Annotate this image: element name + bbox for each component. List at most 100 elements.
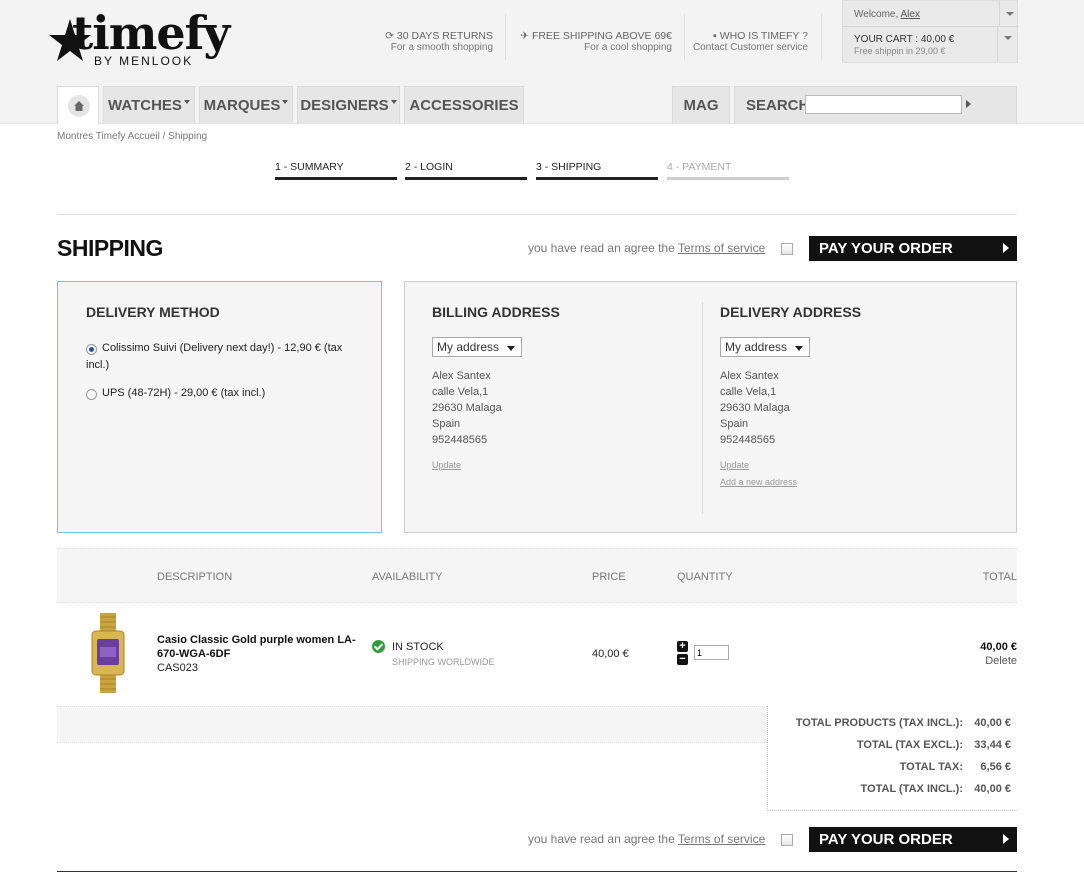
search-input[interactable] xyxy=(805,95,962,114)
promo-divider xyxy=(505,14,506,60)
total-excl-value: 33,44 € xyxy=(974,739,1011,751)
quantity-input[interactable] xyxy=(694,645,729,660)
terms-text: you have read an agree the Terms of serv… xyxy=(528,241,765,255)
welcome-prefix: Welcome, xyxy=(854,9,899,20)
totals-box: TOTAL PRODUCTS (TAX INCL.): 40,00 € TOTA… xyxy=(767,706,1017,811)
select-value: My address xyxy=(725,340,788,354)
nav-accessories[interactable]: ACCESSORIES xyxy=(404,86,524,124)
search-submit-icon[interactable] xyxy=(966,100,971,108)
refresh-icon: ⟳ xyxy=(385,30,394,42)
billing-address-lines: Alex Santex calle Vela,1 29630 Malaga Sp… xyxy=(432,368,502,448)
address-divider xyxy=(702,302,703,514)
address-line: Alex Santex xyxy=(720,370,779,382)
logo-text: timefy xyxy=(72,6,230,60)
chevron-down-icon xyxy=(507,346,515,351)
chevron-down-icon xyxy=(1004,36,1012,40)
nav-label: ACCESSORIES xyxy=(409,97,519,114)
promo-sub: Contact Customer service xyxy=(692,42,808,53)
terms-link[interactable]: Terms of service xyxy=(678,832,765,846)
address-line: calle Vela,1 xyxy=(720,386,777,398)
delivery-address-select[interactable]: My address xyxy=(720,337,810,357)
qty-decrease-button[interactable]: − xyxy=(677,654,688,665)
chevron-down-icon xyxy=(1006,12,1014,16)
pay-order-button[interactable]: PAY YOUR ORDER xyxy=(809,236,1017,261)
product-name[interactable]: Casio Classic Gold purple women LA-670-W… xyxy=(157,633,369,661)
nav-label: MAG xyxy=(683,97,719,114)
welcome-text: Welcome, Alex xyxy=(854,9,920,20)
home-button[interactable] xyxy=(57,86,99,124)
delivery-update-link[interactable]: Update xyxy=(720,460,749,470)
search-label: SEARCH xyxy=(746,97,810,114)
account-box: Welcome, Alex YOUR CART : 40,00 € Free s… xyxy=(842,0,1019,63)
arrow-right-icon xyxy=(1003,834,1009,844)
cart-label[interactable]: YOUR CART : 40,00 € xyxy=(854,34,954,45)
step-payment: 4 - PAYMENT xyxy=(667,160,789,180)
delivery-address-title: DELIVERY ADDRESS xyxy=(720,304,862,320)
page-title: SHIPPING xyxy=(57,235,163,261)
promo-shipping[interactable]: ✈ FREE SHIPPING ABOVE 69€ For a cool sho… xyxy=(520,30,672,54)
promo-sub: For a cool shopping xyxy=(584,42,672,53)
arrow-right-icon xyxy=(1003,243,1009,253)
nav-watches[interactable]: WATCHES xyxy=(103,86,195,124)
footer-divider xyxy=(57,871,1017,872)
delete-link[interactable]: Delete xyxy=(985,655,1017,667)
product-ref: CAS023 xyxy=(157,662,198,674)
total-excl-label: TOTAL (TAX EXCL.): xyxy=(856,739,963,751)
promo-who[interactable]: ▪ WHO IS TIMEFY ? Contact Customer servi… xyxy=(693,30,808,54)
total-tax-label: TOTAL TAX: xyxy=(899,761,963,773)
address-panel: BILLING ADDRESS My address Alex Santex c… xyxy=(404,281,1017,533)
address-line: Spain xyxy=(432,418,461,430)
promo-title: FREE SHIPPING ABOVE 69€ xyxy=(531,30,672,42)
delivery-method-title: DELIVERY METHOD xyxy=(86,304,220,320)
breadcrumb[interactable]: Montres Timefy Accueil / Shipping xyxy=(57,131,207,142)
terms-link[interactable]: Terms of service xyxy=(678,241,765,255)
user-link[interactable]: Alex xyxy=(901,9,920,20)
cart-dropdown[interactable] xyxy=(997,27,1017,63)
terms-checkbox[interactable] xyxy=(781,243,793,255)
total-products-value: 40,00 € xyxy=(974,717,1011,729)
add-address-link[interactable]: Add a new address xyxy=(720,477,797,487)
chevron-down-icon xyxy=(390,100,397,104)
qty-increase-button[interactable]: + xyxy=(677,641,688,652)
select-value: My address xyxy=(437,340,500,354)
total-incl-value: 40,00 € xyxy=(974,783,1011,795)
total-tax-value: 6,56 € xyxy=(980,761,1011,773)
step-shipping[interactable]: 3 - SHIPPING xyxy=(536,160,658,180)
step-login[interactable]: 2 - LOGIN xyxy=(405,160,527,180)
product-watch-image[interactable] xyxy=(88,613,128,693)
terms-checkbox-bottom[interactable] xyxy=(781,834,793,846)
delivery-address-lines: Alex Santex calle Vela,1 29630 Malaga Sp… xyxy=(720,368,790,448)
promo-returns[interactable]: ⟳ 30 DAYS RETURNS For a smooth shopping xyxy=(385,30,493,54)
nav-label: MARQUES xyxy=(203,97,281,114)
promo-sub: For a smooth shopping xyxy=(390,42,493,53)
terms-prefix: you have read an agree the xyxy=(528,241,675,255)
nav-designers[interactable]: DESIGNERS xyxy=(297,86,400,124)
account-dropdown[interactable] xyxy=(999,1,1019,27)
address-line: 952448565 xyxy=(720,434,776,446)
check-circle-icon xyxy=(372,640,385,653)
nav-label: DESIGNERS xyxy=(300,97,389,114)
pay-button-label: PAY YOUR ORDER xyxy=(819,831,953,848)
logo[interactable]: timefy BY MENLOOK xyxy=(48,6,238,70)
address-line: 29630 Malaga xyxy=(720,402,790,414)
th-description: DESCRIPTION xyxy=(157,571,233,583)
product-price: 40,00 € xyxy=(592,648,629,660)
chevron-down-icon xyxy=(795,346,803,351)
pay-order-button-bottom[interactable]: PAY YOUR ORDER xyxy=(809,827,1017,852)
th-price: PRICE xyxy=(592,571,626,583)
home-icon xyxy=(68,95,90,117)
total-incl-label: TOTAL (TAX INCL.): xyxy=(860,783,963,795)
step-summary[interactable]: 1 - SUMMARY xyxy=(275,160,397,180)
address-line: Alex Santex xyxy=(432,370,491,382)
nav-label: WATCHES xyxy=(108,97,182,114)
stock-status: IN STOCK xyxy=(392,641,444,653)
option-colissimo-label[interactable]: Colissimo Suivi (Delivery next day!) - 1… xyxy=(86,340,356,374)
nav-mag[interactable]: MAG xyxy=(672,86,730,124)
billing-update-link[interactable]: Update xyxy=(432,460,461,470)
option-ups-label[interactable]: UPS (48-72H) - 29,00 € (tax incl.) xyxy=(102,385,265,402)
nav-marques[interactable]: MARQUES xyxy=(199,86,293,124)
cart-table-header: DESCRIPTION AVAILABILITY PRICE QUANTITY … xyxy=(57,548,1017,603)
radio-ups[interactable] xyxy=(86,389,97,400)
promo-divider xyxy=(684,14,685,60)
billing-address-select[interactable]: My address xyxy=(432,337,522,357)
